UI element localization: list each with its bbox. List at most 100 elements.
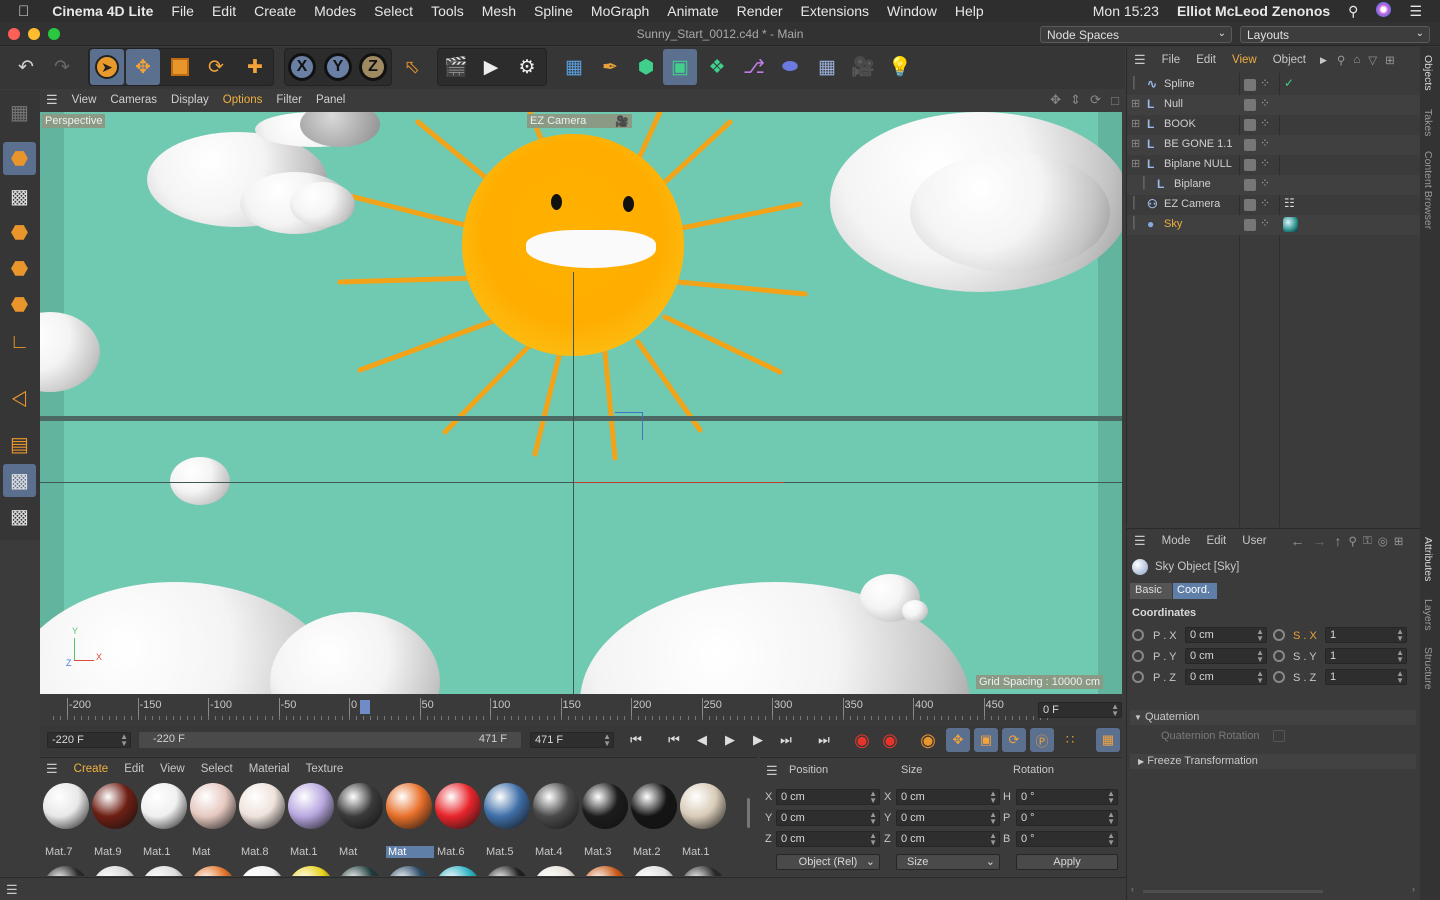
material-name[interactable]: Mat.7 [43,846,91,858]
current-frame-field[interactable]: 0 F ▲ ▼ [1038,702,1122,718]
material-swatch[interactable] [435,783,481,829]
viewport-menu-icon[interactable]: ☰ [40,92,65,108]
coord-size-field[interactable]: 0 cm ▲ ▼ [896,789,1000,805]
coord-size-select[interactable]: Size ⌄ [896,854,1000,870]
tree-line-icon[interactable]: │ [1131,197,1138,209]
material-name[interactable]: Mat.5 [484,846,532,858]
layer-swatch-icon[interactable] [1244,179,1256,191]
side-tab-layers[interactable]: Layers [1422,599,1434,631]
menu-select[interactable]: Select [365,3,422,19]
material-name[interactable]: Mat.1 [680,846,728,858]
object-name[interactable]: Biplane NULL [1164,158,1232,170]
record-keys-button[interactable]: ◉ [850,728,874,752]
side-tab-attributes[interactable]: Attributes [1422,537,1434,581]
material-name[interactable]: Mat.2 [631,846,679,858]
menu-render[interactable]: Render [728,3,792,19]
material-name[interactable]: Mat [386,846,434,858]
key-position-button[interactable]: ✥ [946,728,970,752]
menu-edit[interactable]: Edit [203,3,245,19]
object-row[interactable]: ⊞ L Biplane NULL ⁘ [1127,155,1421,175]
object-menu-icon[interactable]: ☰ [1127,52,1154,68]
material-swatch[interactable] [92,783,138,829]
layer-swatch-icon[interactable] [1244,139,1256,151]
material-swatch[interactable] [141,866,187,876]
material-swatch[interactable] [533,783,579,829]
object-name[interactable]: Null [1164,98,1183,110]
layer-swatch-icon[interactable] [1244,219,1256,231]
menu-spline[interactable]: Spline [525,3,582,19]
material-name[interactable]: Mat [190,846,238,858]
material-menu-select[interactable]: Select [193,763,241,775]
attribute-menu-icon[interactable]: ☰ [1127,533,1154,549]
material-menu-material[interactable]: Material [241,763,298,775]
object-row[interactable]: ⊞ L BE GONE 1.1 ⁘ [1127,135,1421,155]
object-name[interactable]: BOOK [1164,118,1196,130]
search-icon[interactable]: ⚲ [1333,53,1349,67]
material-swatch[interactable] [288,783,334,829]
material-name[interactable]: Mat.6 [435,846,483,858]
cloner-button[interactable]: ❖ [700,49,734,85]
axis-mode-button[interactable]: ∟ [3,326,36,359]
floor-button[interactable]: ▦ [810,49,844,85]
material-name[interactable]: Mat [337,846,385,858]
light-button[interactable]: 💡 [883,49,917,85]
new-panel-icon[interactable]: ⊞ [1391,534,1407,548]
viewport-menu-options[interactable]: Options [216,94,270,106]
key-parameter-button[interactable]: Ⓟ [1030,728,1054,752]
material-swatch[interactable] [337,866,383,876]
object-row[interactable]: │ ⚇ EZ Camera ⁘ ☷ [1127,195,1421,215]
material-scroll-thumb[interactable] [747,798,750,828]
animate-radio-icon[interactable] [1132,629,1144,641]
coordinate-system-button[interactable]: ⬁ [395,49,429,85]
material-swatch[interactable] [190,866,236,876]
object-row[interactable]: ⊞ L BOOK ⁘ [1127,115,1421,135]
z-axis-lock-button[interactable]: Z [356,49,390,85]
layouts-dropdown[interactable]: Layouts ⌄ [1240,26,1430,43]
coord-mode-select[interactable]: Object (Rel) ⌄ [776,854,880,870]
attribute-h-scrollbar[interactable]: ‹ › [1131,884,1415,895]
object-row[interactable]: ⊞ L Null ⁘ [1127,95,1421,115]
locked-workplane-button[interactable]: ▩ [3,464,36,497]
attr-position-field[interactable]: 0 cm ▲ ▼ [1185,627,1267,643]
polygons-mode-button[interactable]: ⬣ [3,288,36,321]
viewport-menu-display[interactable]: Display [164,94,216,106]
camera-button[interactable]: 🎥 [846,49,880,85]
object-row[interactable]: │ ● Sky ⁘ [1127,215,1421,235]
attribute-menu-user[interactable]: User [1234,535,1274,547]
rotate-tool-button[interactable]: ⟳ [199,49,233,85]
material-menu-create[interactable]: Create [66,763,117,775]
material-name[interactable]: Mat.3 [582,846,630,858]
object-row[interactable]: │ L Biplane ⁘ [1127,175,1421,195]
material-swatch[interactable] [631,866,677,876]
quaternion-section-header[interactable]: ▼ Quaternion [1130,710,1416,725]
object-menu-file[interactable]: File [1154,54,1189,66]
animate-radio-icon[interactable] [1132,650,1144,662]
menu-tools[interactable]: Tools [422,3,473,19]
up-arrow-icon[interactable]: ↑ [1331,533,1346,549]
scale-tool-button[interactable] [163,49,197,85]
coord-rot-field[interactable]: 0 ° ▲ ▼ [1016,789,1118,805]
coord-rot-field[interactable]: 0 ° ▲ ▼ [1016,810,1118,826]
keyframe-selection-button[interactable]: ◉ [916,728,940,752]
workplane-button[interactable]: ▤ [3,428,36,461]
tab-coord[interactable]: Coord. [1173,583,1217,599]
visibility-dots-icon[interactable]: ⁘ [1260,156,1270,170]
redo-button[interactable]: ↷ [45,49,79,85]
layer-swatch-icon[interactable] [1244,159,1256,171]
model-mode-button[interactable]: ⬣ [3,142,36,175]
coord-apply-button[interactable]: Apply [1016,854,1118,870]
coord-pos-field[interactable]: 0 cm ▲ ▼ [776,789,880,805]
viewport-maximize-icon[interactable]: □ [1111,93,1119,108]
snap-button[interactable]: ⨞ [3,384,36,417]
go-to-end-button[interactable]: ⏭ [812,728,836,752]
coord-pos-field[interactable]: 0 cm ▲ ▼ [776,831,880,847]
notification-center-icon[interactable]: ☰ [1400,3,1440,20]
planar-workplane-button[interactable]: ▩ [3,500,36,533]
material-swatch[interactable] [92,866,138,876]
side-tab-content-browser[interactable]: Content Browser [1422,151,1434,229]
material-name[interactable]: Mat.1 [288,846,336,858]
object-menu-edit[interactable]: Edit [1188,54,1224,66]
attribute-h-scroll-thumb[interactable] [1143,890,1323,893]
material-menu-edit[interactable]: Edit [116,763,152,775]
user-name[interactable]: Elliot McLeod Zenonos [1168,3,1339,19]
